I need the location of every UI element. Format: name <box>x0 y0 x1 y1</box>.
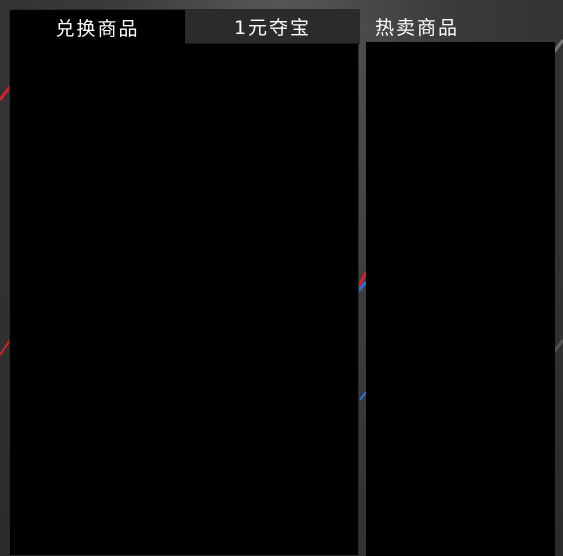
tab-one-yuan-treasure[interactable]: 1元夺宝 <box>185 10 360 44</box>
tab-one-yuan-treasure-label: 1元夺宝 <box>233 17 312 39</box>
hot-goods-title: 热卖商品 <box>375 16 460 39</box>
hot-goods-list[interactable] <box>366 42 555 556</box>
tab-exchange-goods[interactable]: 兑换商品 <box>10 10 185 44</box>
hot-goods-header: 热卖商品 <box>366 10 555 42</box>
exchange-panel: 兑换商品 1元夺宝 <box>9 9 360 556</box>
shop-tabs: 兑换商品 1元夺宝 <box>10 10 360 44</box>
tab-exchange-goods-label: 兑换商品 <box>55 17 140 40</box>
exchange-goods-list[interactable] <box>10 44 358 555</box>
